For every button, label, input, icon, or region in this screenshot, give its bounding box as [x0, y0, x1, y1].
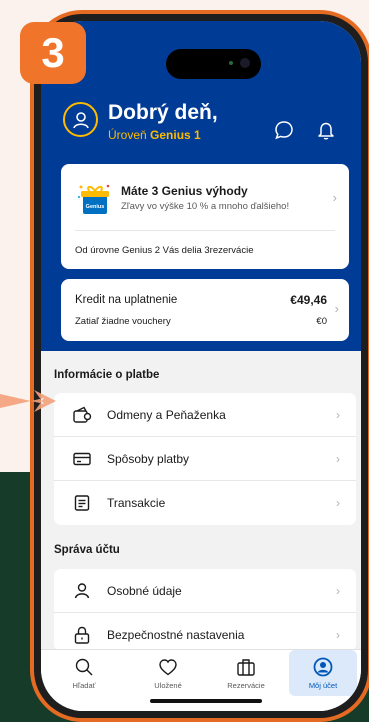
chevron-right-icon: › [334, 301, 339, 316]
vouchers-label: Zatiaľ žiadne vouchery [75, 316, 171, 327]
wallet-icon [73, 406, 92, 423]
tab-label: Môj účet [308, 681, 338, 690]
list-item-label: Transakcie [107, 496, 166, 510]
genius-gift-icon: Genius [78, 184, 110, 214]
list-item-transactions[interactable]: Transakcie › [54, 481, 356, 525]
card-icon [73, 452, 91, 466]
list-item-label: Osobné údaje [107, 583, 182, 598]
account-list: Osobné údaje › Bezpečnostné nastavenia › [54, 569, 356, 651]
genius-benefits-subtitle: Zľavy vo výške 10 % a mnoho ďalšieho! [121, 201, 290, 212]
genius-progress-text: Od úrovne Genius 2 Vás delia 3rezervácie [75, 245, 254, 256]
list-item-personal-details[interactable]: Osobné údaje › [54, 569, 356, 613]
svg-text:Genius: Genius [86, 204, 105, 210]
genius-level: Úroveň Genius 1 [108, 128, 201, 142]
heart-icon [159, 659, 177, 676]
tab-saved[interactable]: Uložené [133, 650, 203, 696]
chevron-right-icon: › [336, 407, 340, 422]
step-number-badge: 3 [20, 22, 86, 84]
account-section-title: Správa účtu [54, 544, 120, 556]
list-item-payment-methods[interactable]: Spôsoby platby › [54, 437, 356, 481]
list-item-security-settings[interactable]: Bezpečnostné nastavenia › [54, 613, 356, 651]
user-icon[interactable] [63, 102, 98, 137]
app-screen: Dobrý deň, Úroveň Genius 1 Genius Máte 3… [41, 21, 361, 711]
tab-bookings[interactable]: Rezervácie [211, 650, 281, 696]
search-icon [75, 658, 93, 676]
tab-label: Uložené [154, 681, 182, 690]
credit-label: Kredit na uplatnenie [75, 294, 178, 306]
credit-value: €49,46 [290, 293, 327, 307]
phone-frame: Dobrý deň, Úroveň Genius 1 Genius Máte 3… [30, 10, 369, 722]
receipt-icon [74, 495, 90, 511]
person-icon [74, 583, 90, 599]
chevron-right-icon: › [336, 451, 340, 466]
tab-label: Rezervácie [227, 681, 265, 690]
tab-my-account[interactable]: Môj účet [289, 650, 357, 696]
list-item-rewards-wallet[interactable]: Odmeny a Peňaženka › [54, 393, 356, 437]
genius-benefits-card[interactable]: Genius Máte 3 Genius výhody Zľavy vo výš… [61, 164, 349, 269]
credit-card[interactable]: Kredit na uplatnenie €49,46 Zatiaľ žiadn… [61, 279, 349, 341]
dynamic-island [166, 49, 261, 79]
list-item-label: Odmeny a Peňaženka [107, 407, 226, 422]
suitcase-icon [237, 659, 255, 676]
vouchers-value: €0 [316, 316, 327, 327]
tab-label: Hľadať [72, 681, 96, 690]
tab-search[interactable]: Hľadať [49, 650, 119, 696]
chevron-right-icon: › [336, 583, 340, 598]
home-indicator [150, 699, 262, 703]
list-item-label: Bezpečnostné nastavenia [107, 628, 245, 642]
bell-icon[interactable] [315, 119, 337, 141]
chat-icon[interactable] [273, 119, 295, 141]
chevron-right-icon: › [336, 628, 340, 642]
payment-list: Odmeny a Peňaženka › Spôsoby platby › Tr… [54, 393, 356, 525]
greeting-title: Dobrý deň, [108, 101, 218, 124]
lock-icon [74, 626, 90, 644]
pointer-arrow-icon [0, 390, 56, 412]
chevron-right-icon: › [332, 190, 337, 205]
genius-benefits-title: Máte 3 Genius výhody [121, 184, 248, 198]
chevron-right-icon: › [336, 496, 340, 510]
divider [75, 230, 335, 231]
list-item-label: Spôsoby platby [107, 451, 190, 466]
account-icon [313, 657, 333, 677]
